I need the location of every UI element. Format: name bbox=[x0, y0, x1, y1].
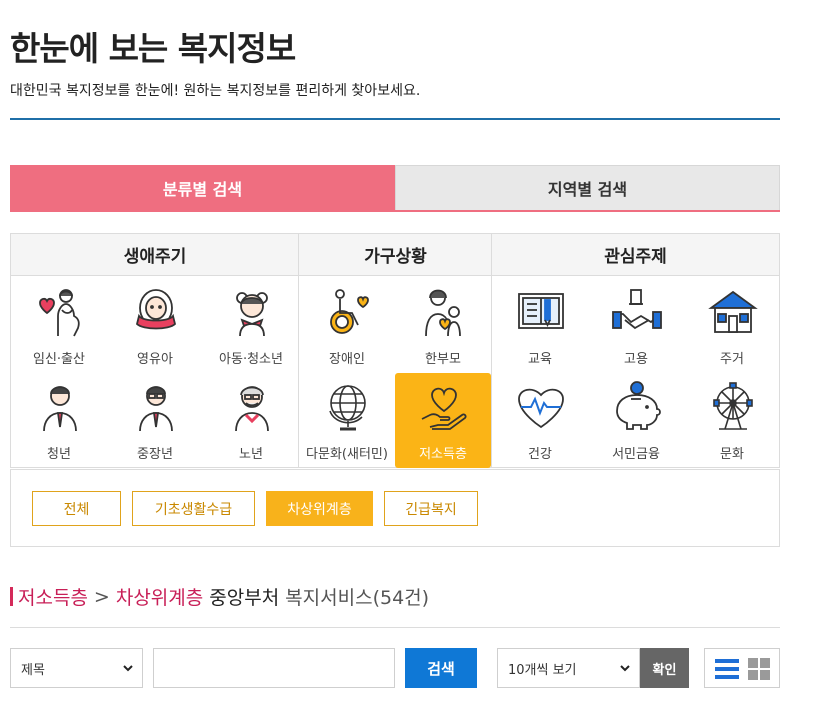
ferris-wheel-icon bbox=[707, 381, 759, 433]
senior-icon bbox=[226, 381, 278, 433]
filter-basic-livelihood-button[interactable]: 기초생활수급 bbox=[132, 491, 255, 526]
filter-emergency-welfare-button[interactable]: 긴급복지 bbox=[384, 491, 478, 526]
result-divider bbox=[10, 627, 780, 628]
category-item-label: 영유아 bbox=[137, 352, 173, 367]
category-item-label: 주거 bbox=[720, 352, 744, 367]
category-item-disabled[interactable]: 장애인 bbox=[299, 278, 395, 373]
infant-icon bbox=[130, 286, 182, 338]
chevron-down-icon bbox=[123, 665, 133, 672]
result-subcategory: 차상위계층 bbox=[115, 587, 204, 609]
book-icon bbox=[515, 286, 567, 338]
filter-all-button[interactable]: 전체 bbox=[32, 491, 121, 526]
category-item-low-income[interactable]: 저소득층 bbox=[395, 373, 491, 468]
category-item-label: 청년 bbox=[47, 447, 71, 462]
handshake-icon bbox=[611, 286, 663, 338]
page-description: 대한민국 복지정보를 한눈에! 원하는 복지정보를 편리하게 찾아보세요. bbox=[10, 83, 421, 99]
category-item-health[interactable]: 건강 bbox=[492, 373, 588, 468]
category-item-pregnancy[interactable]: 임신·출산 bbox=[11, 278, 107, 373]
piggy-bank-icon bbox=[611, 381, 663, 433]
heart-hand-icon bbox=[418, 381, 470, 433]
category-item-multicultural[interactable]: 다문화(새터민) bbox=[299, 373, 395, 468]
confirm-button[interactable]: 확인 bbox=[640, 648, 689, 688]
page-title: 한눈에 보는 복지정보 bbox=[10, 29, 296, 68]
subcategory-filter-panel: 전체 기초생활수급 차상위계층 긴급복지 bbox=[10, 469, 780, 547]
category-item-education[interactable]: 교육 bbox=[492, 278, 588, 373]
grid-view-icon[interactable] bbox=[746, 656, 772, 682]
category-item-employment[interactable]: 고용 bbox=[588, 278, 684, 373]
chevron-down-icon bbox=[620, 665, 630, 672]
result-department: 중앙부처 bbox=[209, 587, 280, 609]
category-item-infant[interactable]: 영유아 bbox=[107, 278, 203, 373]
child-youth-icon bbox=[226, 286, 278, 338]
title-divider bbox=[10, 118, 780, 120]
category-item-label: 서민금융 bbox=[612, 447, 660, 462]
search-field-select-value: 제목 bbox=[21, 662, 45, 678]
search-field-select[interactable]: 제목 bbox=[10, 648, 143, 688]
category-item-housing[interactable]: 주거 bbox=[684, 278, 780, 373]
middle-aged-icon bbox=[130, 381, 182, 433]
tab-region-search[interactable]: 지역별 검색 bbox=[395, 165, 780, 210]
single-parent-icon bbox=[418, 286, 470, 338]
category-item-finance[interactable]: 서민금융 bbox=[588, 373, 684, 468]
category-item-label: 교육 bbox=[528, 352, 552, 367]
category-header-household: 가구상황 bbox=[299, 234, 492, 276]
wheelchair-icon bbox=[322, 286, 374, 338]
category-item-label: 건강 bbox=[528, 447, 552, 462]
category-item-young-adult[interactable]: 청년 bbox=[11, 373, 107, 468]
search-button[interactable]: 검색 bbox=[405, 648, 477, 688]
category-item-middle-aged[interactable]: 중장년 bbox=[107, 373, 203, 468]
search-bar: 제목 검색 10개씩 보기 확인 bbox=[0, 648, 814, 688]
category-item-single-parent[interactable]: 한부모 bbox=[395, 278, 491, 373]
result-heading: 저소득층 > 차상위계층 중앙부처 복지서비스(54건) bbox=[10, 583, 429, 610]
heading-accent-bar bbox=[10, 587, 13, 606]
category-item-label: 노년 bbox=[239, 447, 263, 462]
category-item-culture[interactable]: 문화 bbox=[684, 373, 780, 468]
top-utility-strip bbox=[490, 0, 790, 4]
category-item-label: 문화 bbox=[720, 447, 744, 462]
page-size-select-value: 10개씩 보기 bbox=[508, 662, 577, 678]
result-category: 저소득층 bbox=[18, 587, 88, 609]
category-item-label: 저소득층 bbox=[419, 447, 467, 462]
category-item-label: 아동·청소년 bbox=[219, 352, 283, 367]
list-view-icon[interactable] bbox=[714, 656, 740, 682]
category-item-senior[interactable]: 노년 bbox=[203, 373, 299, 468]
result-separator: > bbox=[93, 585, 110, 608]
search-mode-tabs: 분류별 검색 지역별 검색 bbox=[10, 165, 780, 212]
pregnancy-icon bbox=[34, 286, 86, 338]
category-item-label: 임신·출산 bbox=[33, 352, 85, 367]
category-item-child-youth[interactable]: 아동·청소년 bbox=[203, 278, 299, 373]
filter-near-poverty-button[interactable]: 차상위계층 bbox=[266, 491, 373, 526]
health-heart-icon bbox=[515, 381, 567, 433]
young-adult-icon bbox=[34, 381, 86, 433]
category-item-label: 한부모 bbox=[425, 352, 461, 367]
view-toggle bbox=[704, 648, 780, 688]
house-icon bbox=[707, 286, 759, 338]
search-query-input[interactable] bbox=[153, 648, 395, 688]
category-item-label: 장애인 bbox=[329, 352, 365, 367]
category-header-life-cycle: 생애주기 bbox=[11, 234, 299, 276]
category-item-label: 고용 bbox=[624, 352, 648, 367]
category-header-interest: 관심주제 bbox=[492, 234, 779, 276]
globe-icon bbox=[322, 381, 374, 433]
category-item-label: 다문화(새터민) bbox=[306, 447, 388, 462]
page-size-select[interactable]: 10개씩 보기 bbox=[497, 648, 640, 688]
tab-category-search[interactable]: 분류별 검색 bbox=[10, 165, 395, 210]
category-item-label: 중장년 bbox=[137, 447, 173, 462]
category-grid: 생애주기 가구상황 관심주제 임신·출산 영유아 아동·청소년 청년 중장년 노… bbox=[10, 233, 780, 468]
result-count-label: 복지서비스(54건) bbox=[285, 587, 430, 609]
